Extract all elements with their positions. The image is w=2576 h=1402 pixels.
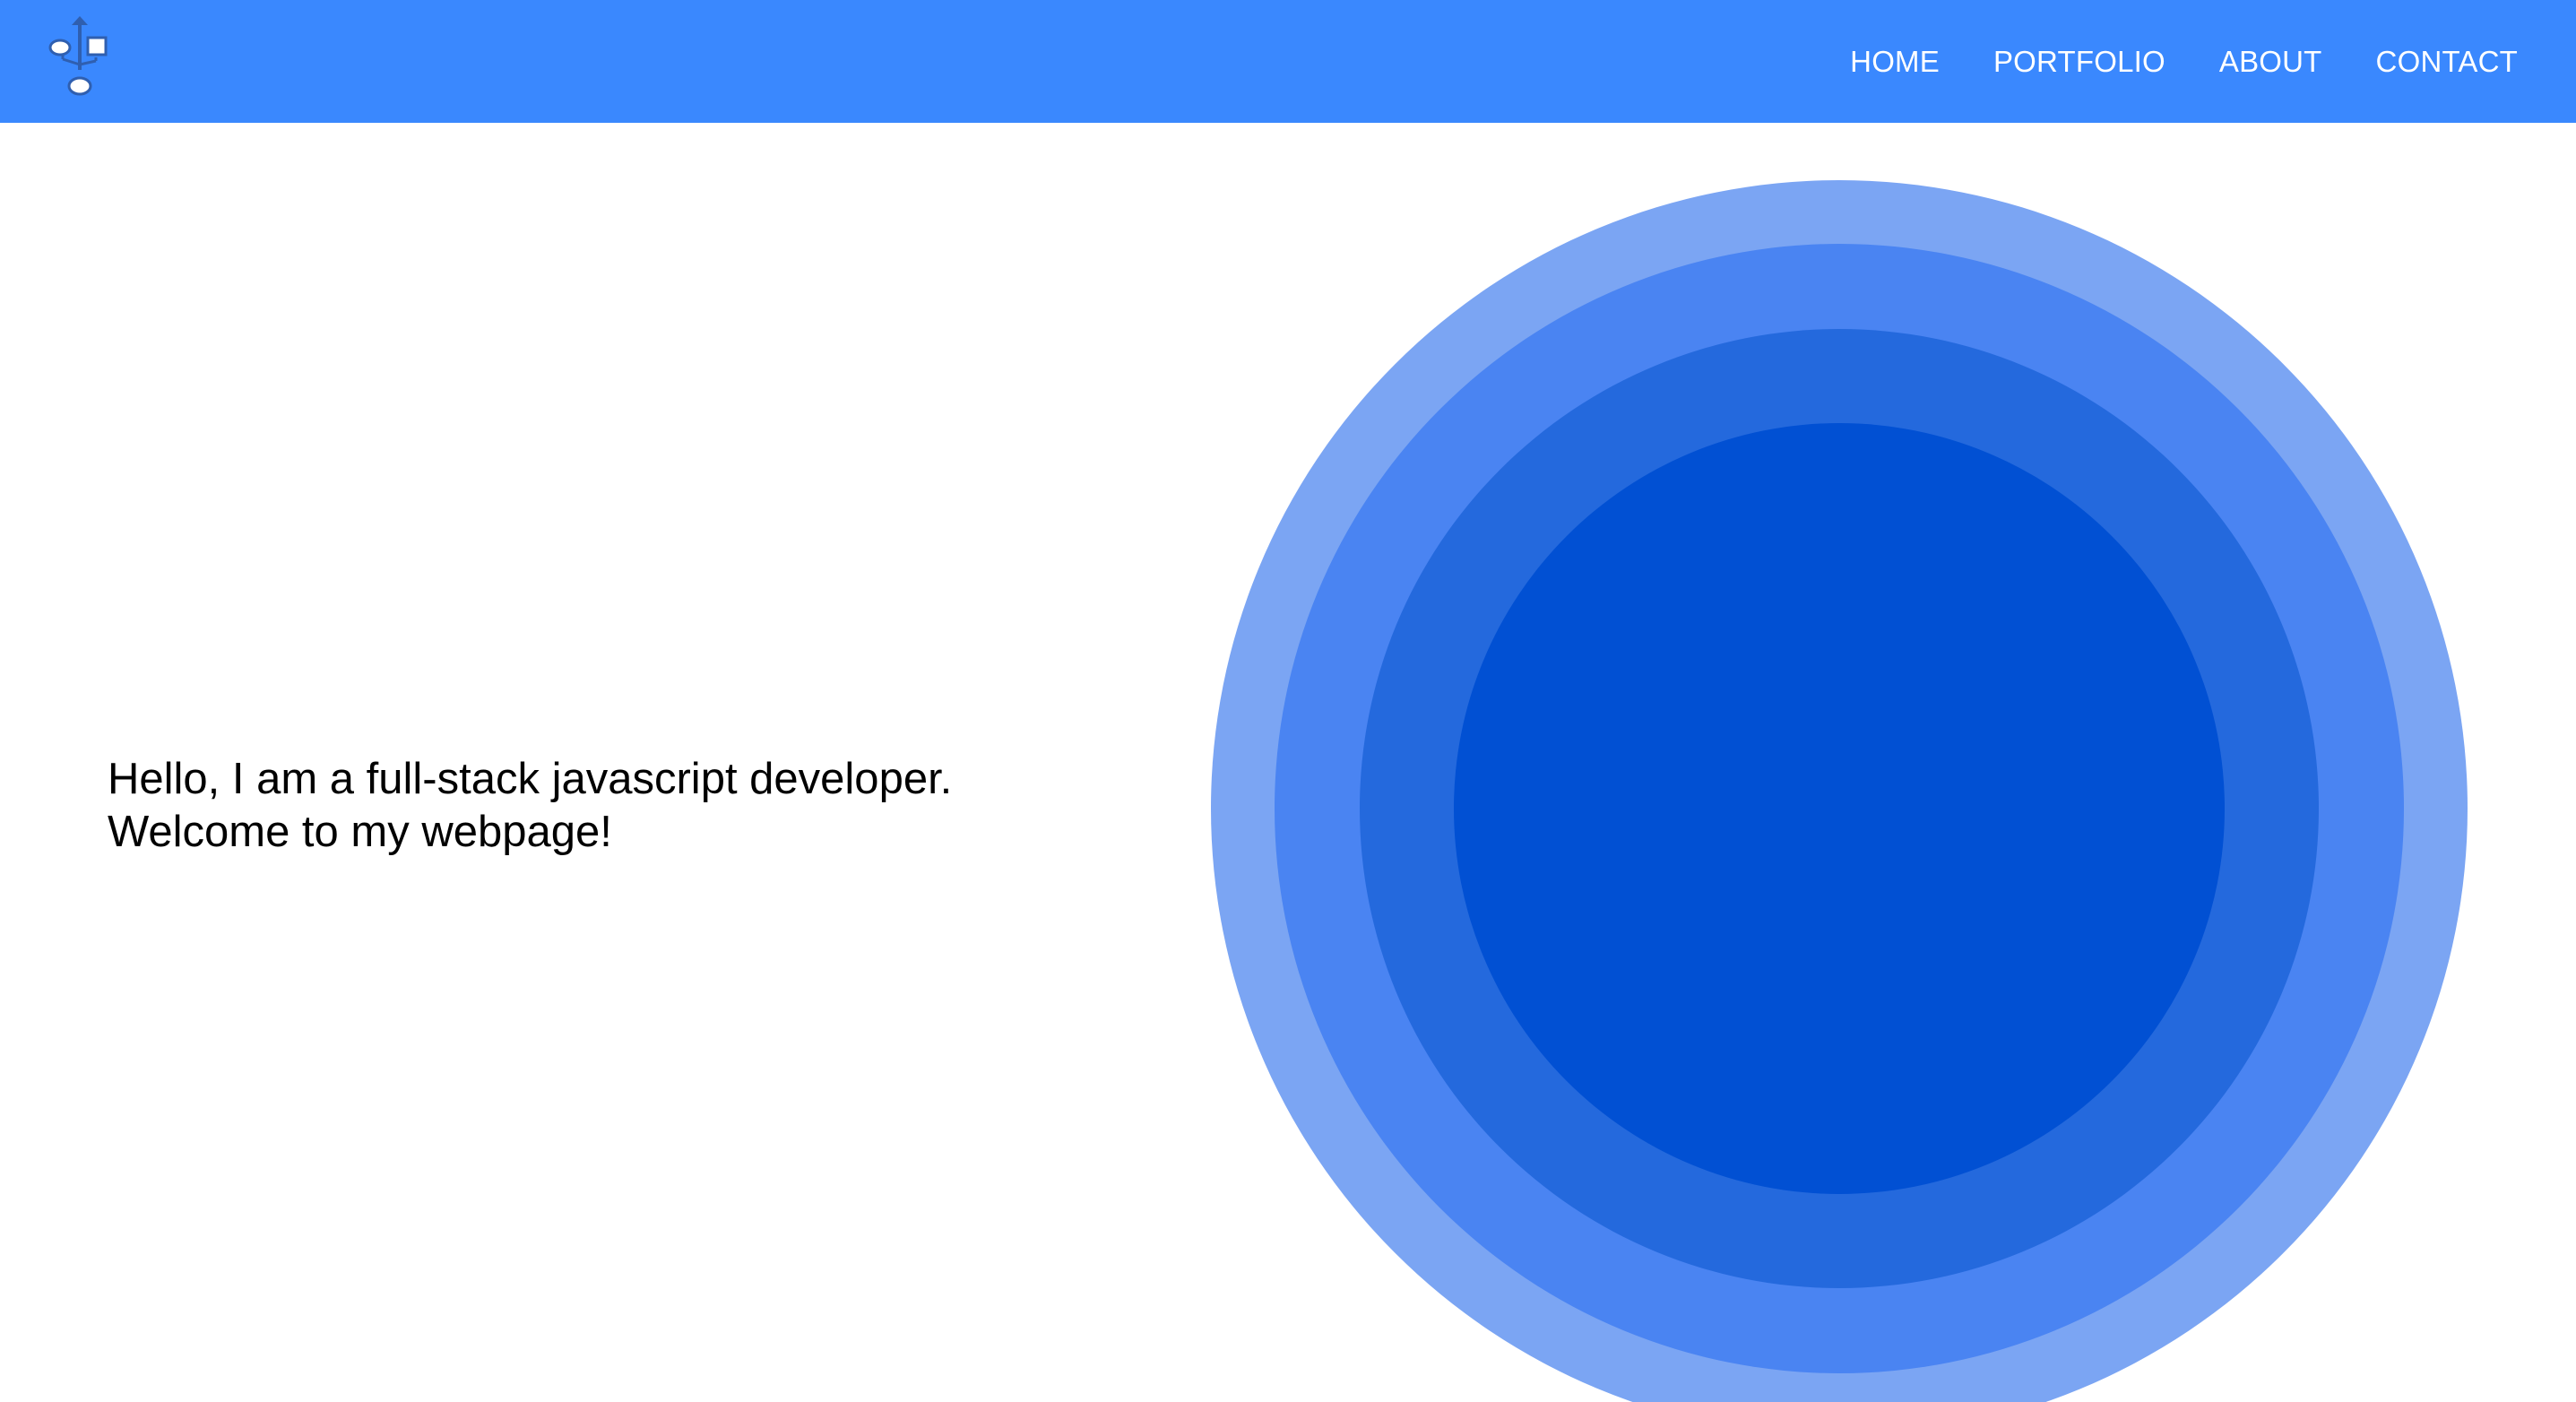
hero-line-2: Welcome to my webpage!	[108, 808, 612, 856]
page: HOME PORTFOLIO ABOUT CONTACT Hello, I am…	[0, 0, 2576, 1402]
concentric-circles-icon	[1211, 180, 2468, 1402]
logo-link[interactable]	[47, 14, 136, 104]
main-nav: HOME PORTFOLIO ABOUT CONTACT	[1796, 0, 2518, 123]
flowchart-icon	[48, 16, 108, 96]
navbar: HOME PORTFOLIO ABOUT CONTACT	[0, 0, 2576, 123]
nav-home[interactable]: HOME	[1850, 45, 1940, 79]
concentric-circles-graphic	[1210, 179, 2468, 1402]
hero-intro: Hello, I am a full-stack javascript deve…	[108, 753, 1129, 859]
nav-contact[interactable]: CONTACT	[2376, 45, 2518, 79]
inner-circle	[1454, 423, 2225, 1194]
nav-about[interactable]: ABOUT	[2219, 45, 2322, 79]
nav-portfolio[interactable]: PORTFOLIO	[1993, 45, 2165, 79]
hero-line-1: Hello, I am a full-stack javascript deve…	[108, 755, 953, 803]
